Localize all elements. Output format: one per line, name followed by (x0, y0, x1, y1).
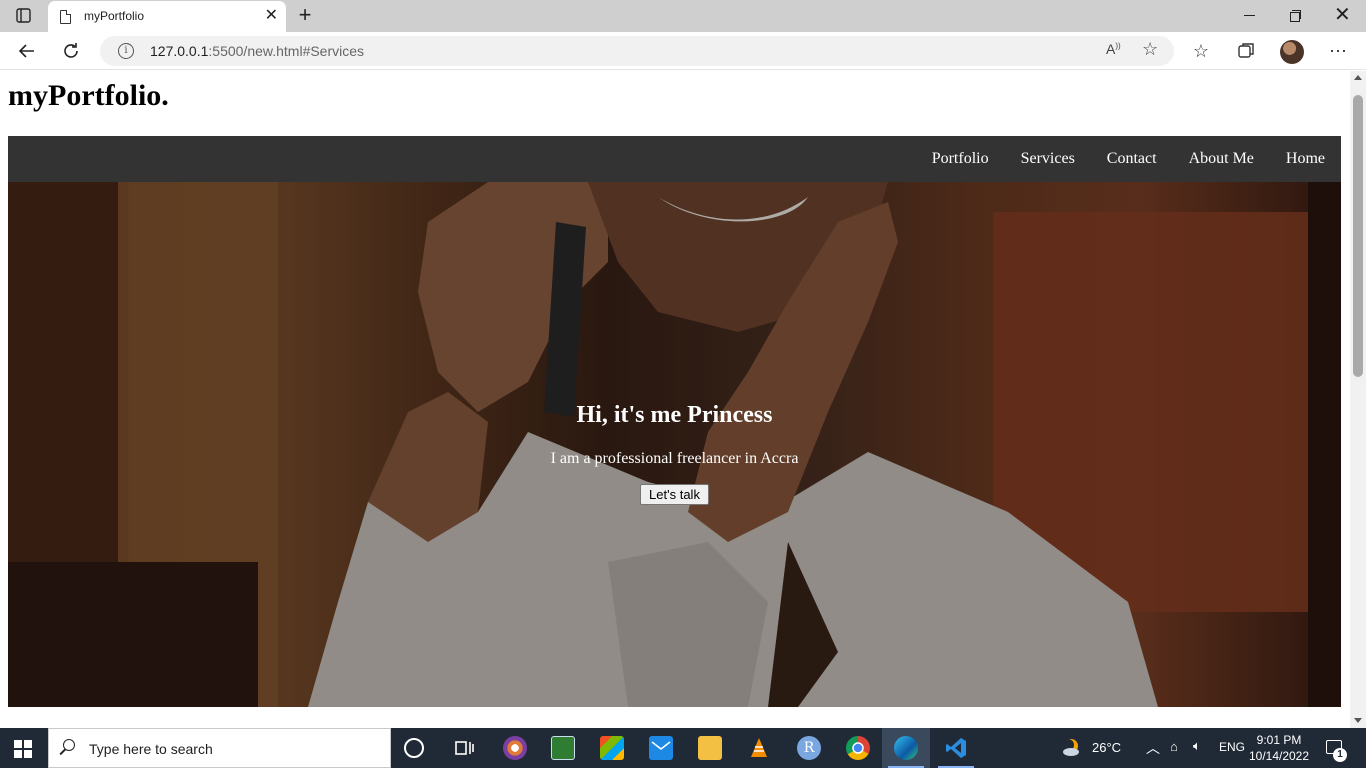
nav-home[interactable]: Home (1270, 136, 1341, 182)
vlc-icon[interactable] (747, 736, 771, 760)
new-tab-button[interactable]: + (294, 3, 316, 27)
weather-icon[interactable] (1058, 736, 1082, 760)
hero-subtitle: I am a professional freelancer in Accra (550, 450, 799, 467)
network-icon[interactable]: ⌂ (1170, 739, 1178, 754)
collections-icon[interactable] (1235, 40, 1257, 62)
favorites-icon[interactable]: ☆ (1190, 40, 1212, 62)
site-title: myPortfolio. (8, 79, 169, 112)
clock-time: 9:01 PM (1256, 733, 1302, 747)
tab-title: myPortfolio (84, 9, 145, 23)
page-viewport: myPortfolio. Portfolio Services Contact … (0, 71, 1350, 728)
lets-talk-button[interactable]: Let's talk (640, 484, 709, 505)
page-icon (60, 10, 71, 24)
tab-actions-icon[interactable] (10, 7, 38, 25)
task-view-icon[interactable] (452, 736, 476, 760)
notification-badge: 1 (1333, 748, 1347, 762)
read-aloud-icon[interactable]: A)) (1106, 41, 1121, 57)
more-options-icon[interactable]: ⋯ (1327, 40, 1349, 62)
media-app-icon[interactable] (503, 736, 527, 760)
add-favorite-icon[interactable]: ☆ (1142, 39, 1158, 60)
windows-taskbar: Type here to search R 26°C ︿ ⌂ 🔈︎ ENG 9:… (0, 728, 1366, 768)
profile-avatar[interactable] (1280, 40, 1304, 64)
nav-services[interactable]: Services (1005, 136, 1091, 182)
nav-about-me[interactable]: About Me (1173, 136, 1270, 182)
site-info-icon[interactable]: i (118, 43, 134, 59)
start-icon[interactable] (14, 740, 32, 758)
hero-section: Hi, it's me Princess I am a professional… (8, 182, 1341, 707)
minimize-icon[interactable] (1244, 6, 1258, 24)
weather-temp[interactable]: 26°C (1092, 740, 1121, 755)
scroll-up-icon[interactable] (1354, 75, 1362, 80)
search-icon (63, 739, 75, 751)
refresh-icon[interactable] (60, 40, 82, 62)
scroll-down-icon[interactable] (1354, 718, 1362, 723)
vscode-icon[interactable] (944, 736, 968, 760)
file-explorer-icon[interactable] (698, 736, 722, 760)
browser-tab-bar: myPortfolio ✕ + ✕ (0, 0, 1366, 32)
edge-icon[interactable] (894, 736, 918, 760)
chevron-up-icon[interactable]: ︿ (1146, 738, 1160, 758)
clock-date: 10/14/2022 (1248, 749, 1310, 763)
url-text: 127.0.0.1:5500/new.html#Services (150, 43, 365, 59)
search-placeholder: Type here to search (89, 741, 213, 757)
mail-icon[interactable] (649, 736, 673, 760)
url-field[interactable]: i 127.0.0.1:5500/new.html#Services A)) ☆ (100, 36, 1174, 66)
taskbar-clock[interactable]: 9:01 PM 10/14/2022 (1246, 732, 1312, 764)
hero-heading: Hi, it's me Princess (576, 402, 773, 428)
nav-contact[interactable]: Contact (1091, 136, 1173, 182)
scroll-thumb[interactable] (1353, 95, 1363, 377)
taskbar-search-input[interactable]: Type here to search (48, 728, 391, 768)
language-indicator[interactable]: ENG (1219, 740, 1245, 754)
site-nav: Portfolio Services Contact About Me Home (8, 136, 1341, 182)
page-scrollbar[interactable] (1350, 71, 1366, 728)
r-app-icon[interactable]: R (797, 736, 821, 760)
spreadsheet-app-icon[interactable] (551, 736, 575, 760)
store-icon[interactable] (600, 736, 624, 760)
address-bar: i 127.0.0.1:5500/new.html#Services A)) ☆… (0, 32, 1366, 70)
window-close-icon[interactable]: ✕ (1334, 4, 1351, 26)
volume-icon[interactable]: 🔈︎ (1193, 738, 1201, 754)
chrome-icon[interactable] (846, 736, 870, 760)
restore-icon[interactable] (1290, 10, 1301, 22)
close-tab-icon[interactable]: ✕ (265, 7, 278, 25)
browser-tab[interactable]: myPortfolio ✕ (48, 1, 286, 32)
cortana-icon[interactable] (404, 738, 424, 758)
back-icon[interactable] (16, 40, 38, 62)
nav-portfolio[interactable]: Portfolio (916, 136, 1005, 182)
